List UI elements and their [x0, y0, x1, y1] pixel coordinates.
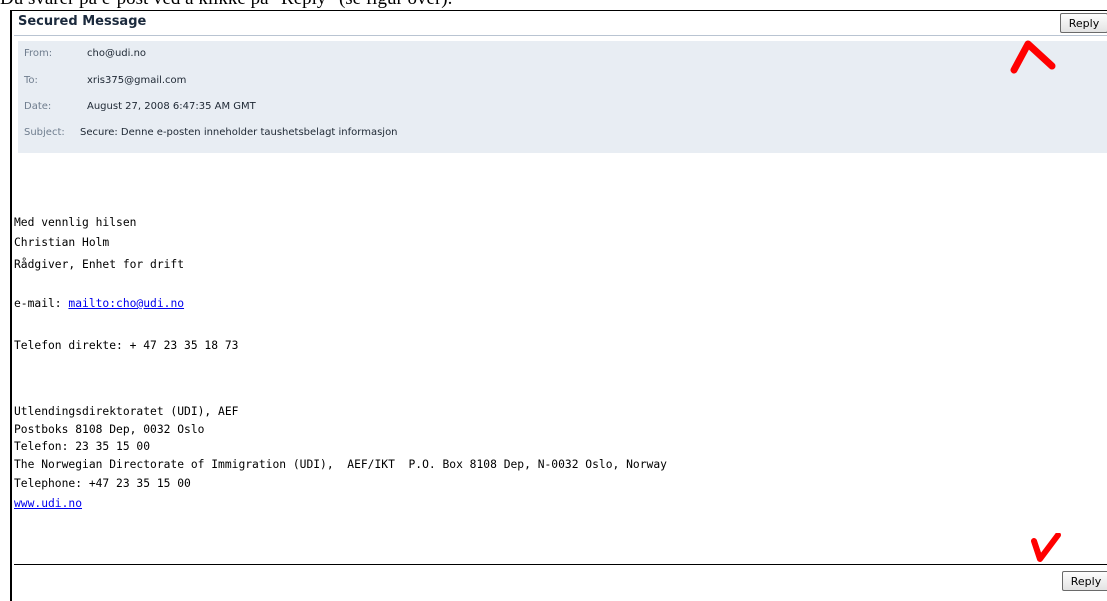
greeting-line: Med vennlig hilsen: [14, 216, 137, 229]
phone-direct-line: Telefon direkte: + 47 23 35 18 73: [14, 339, 239, 352]
website-line: www.udi.no: [14, 497, 82, 510]
email-prefix: e-mail:: [14, 297, 69, 310]
from-label: From:: [24, 48, 53, 59]
red-arrow-down-right-icon: [1031, 533, 1061, 562]
message-body: Med vennlig hilsen Christian Holm Rådgiv…: [14, 211, 1094, 510]
to-value: xris375@gmail.com: [87, 75, 187, 86]
date-value: August 27, 2008 6:47:35 AM GMT: [87, 101, 256, 112]
email-link[interactable]: mailto:cho@udi.no: [68, 297, 184, 310]
secured-message-window: Secured Message Reply From: cho@udi.no T…: [10, 10, 1107, 601]
signature-name: Christian Holm: [14, 236, 110, 249]
reply-button-top[interactable]: Reply: [1060, 13, 1107, 33]
date-label: Date:: [24, 101, 52, 112]
red-arrow-up-right-icon: [1010, 40, 1056, 74]
message-divider: [14, 564, 1107, 565]
document-caption: Du svarer på e-post ved å klikke på "Rep…: [0, 0, 1107, 9]
signature-role: Rådgiver, Enhet for drift: [14, 258, 185, 271]
org-line-4: The Norwegian Directorate of Immigration…: [14, 458, 667, 471]
subject-value: Secure: Denne e-posten inneholder taushe…: [80, 127, 398, 138]
to-label: To:: [24, 75, 38, 86]
org-line-2: Postboks 8108 Dep, 0032 Oslo: [14, 423, 205, 436]
window-title: Secured Message: [18, 14, 147, 29]
org-line-1: Utlendingsdirektoratet (UDI), AEF: [14, 405, 239, 418]
email-line: e-mail: mailto:cho@udi.no: [14, 297, 184, 310]
subject-label: Subject:: [24, 127, 65, 138]
title-bar: Secured Message: [14, 11, 1107, 36]
org-line-3: Telefon: 23 35 15 00: [14, 440, 151, 453]
message-header: From: cho@udi.no To: xris375@gmail.com D…: [18, 41, 1107, 153]
from-value: cho@udi.no: [87, 48, 147, 59]
website-link[interactable]: www.udi.no: [14, 497, 82, 510]
reply-button-bottom[interactable]: Reply: [1062, 571, 1107, 591]
org-line-5: Telephone: +47 23 35 15 00: [14, 477, 191, 490]
